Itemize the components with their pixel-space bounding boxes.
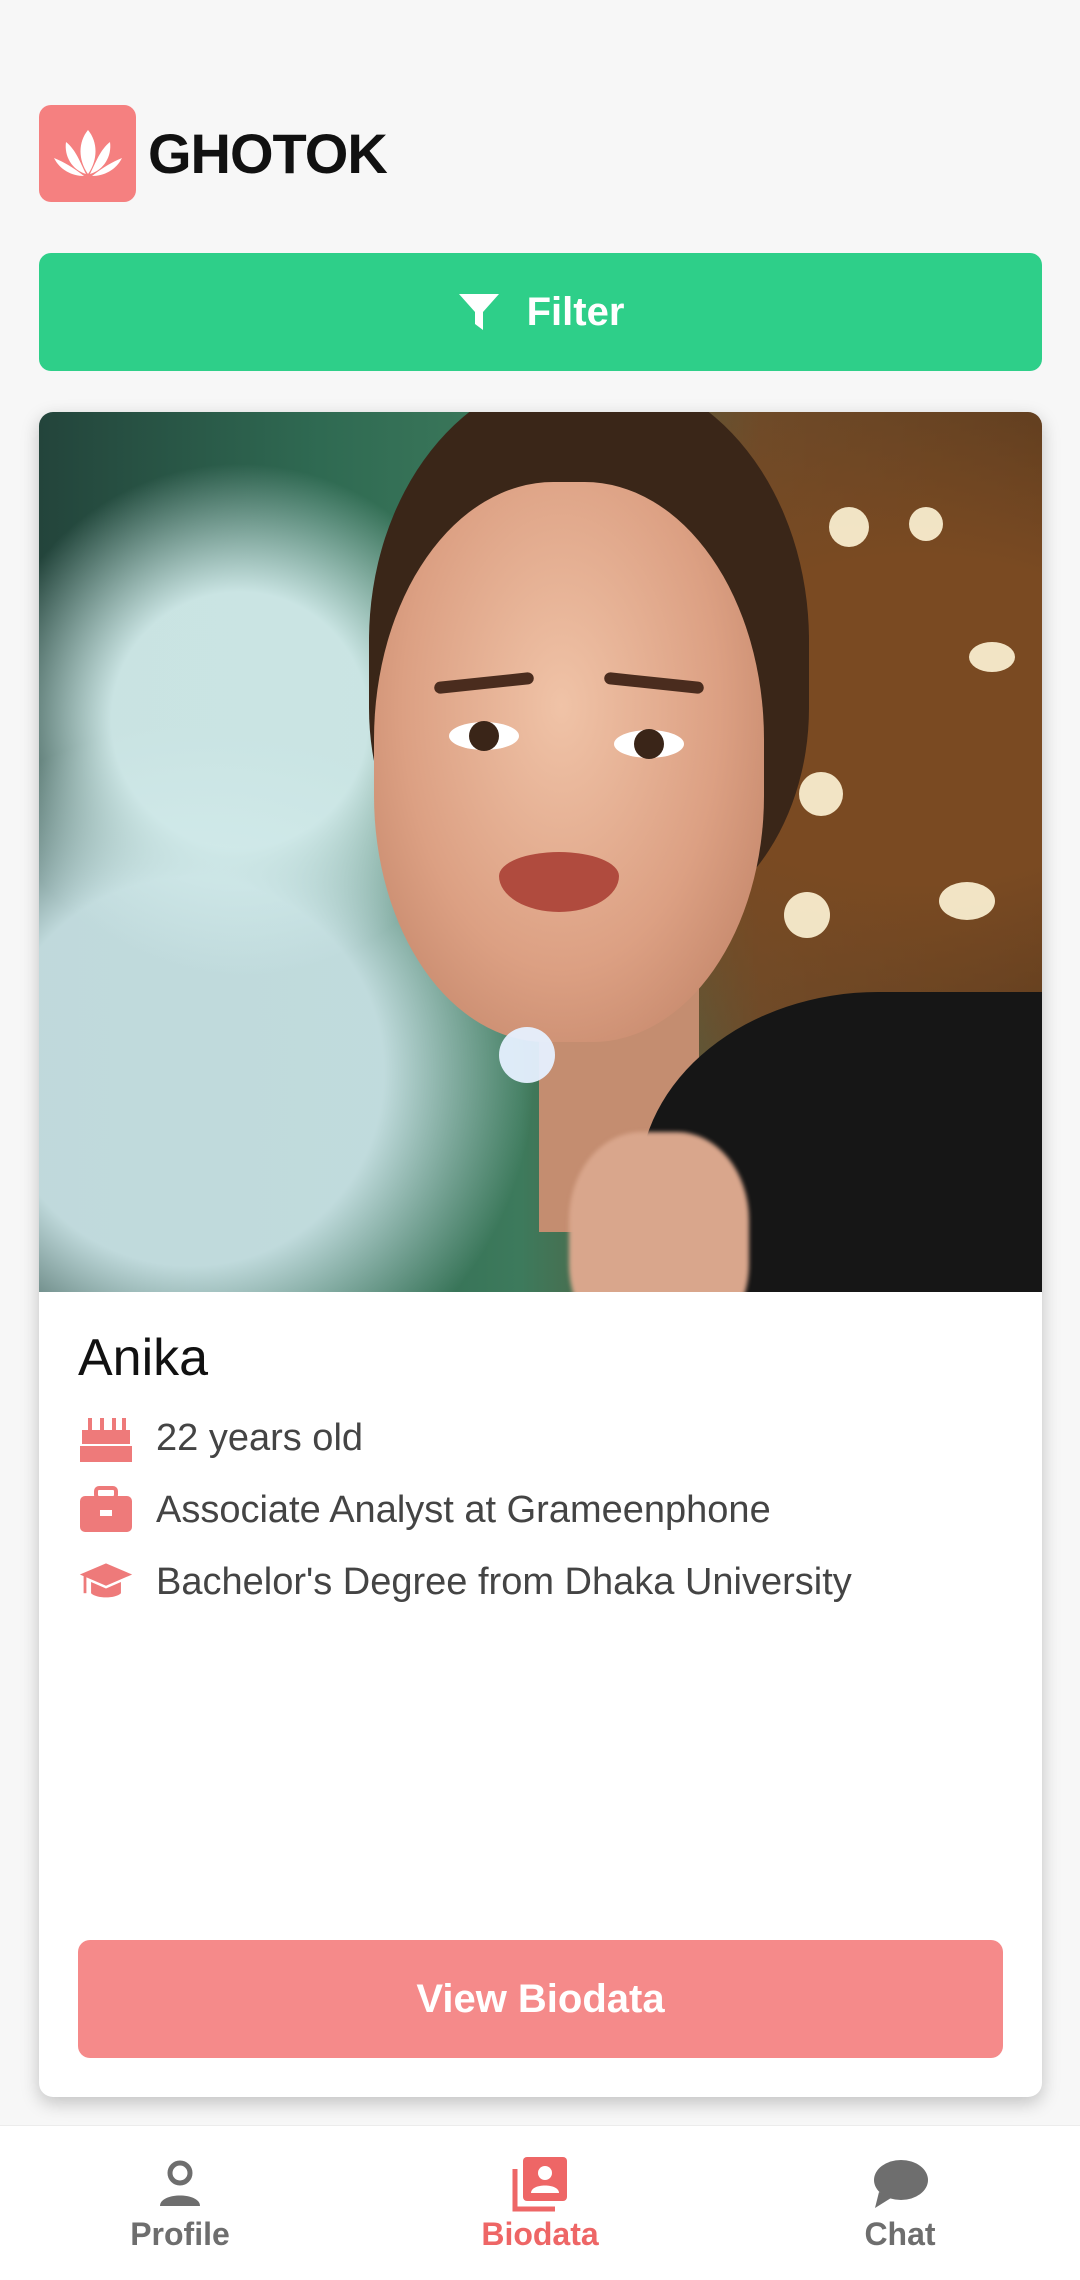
occupation-text: Associate Analyst at Grameenphone: [156, 1488, 771, 1531]
photo-brow: [433, 671, 535, 695]
briefcase-icon: [78, 1482, 134, 1538]
photo-lips: [499, 852, 619, 912]
biodata-icon: [510, 2154, 570, 2214]
bokeh-light: [784, 892, 830, 938]
nav-label-chat: Chat: [864, 2215, 936, 2252]
profile-photo[interactable]: [39, 412, 1042, 1292]
photo-eye: [449, 721, 519, 751]
profile-info: Anika 22 years old Associate Analyst at …: [39, 1292, 1042, 1618]
graduation-cap-icon: [78, 1554, 134, 1610]
bokeh-light: [799, 772, 843, 816]
profile-name: Anika: [78, 1329, 209, 1387]
brand-name: GHOTOK: [148, 122, 388, 185]
bokeh-light: [969, 642, 1015, 672]
nav-item-profile[interactable]: Profile: [60, 2154, 300, 2253]
photo-eye: [614, 729, 684, 759]
photo-brow: [603, 671, 705, 695]
chat-bubble-icon: [870, 2154, 930, 2214]
bokeh-light: [499, 1027, 555, 1083]
photo-iris: [634, 729, 664, 759]
profile-card: Anika 22 years old Associate Analyst at …: [39, 412, 1042, 2097]
nav-label-profile: Profile: [130, 2215, 230, 2252]
filter-button[interactable]: Filter: [39, 253, 1042, 371]
nav-item-chat[interactable]: Chat: [780, 2154, 1020, 2253]
cake-icon: [78, 1410, 134, 1466]
view-biodata-button[interactable]: View Biodata: [78, 1940, 1003, 2058]
app-header: GHOTOK: [39, 105, 388, 202]
detail-age: 22 years old: [78, 1402, 1003, 1474]
nav-label-biodata: Biodata: [481, 2215, 599, 2252]
filter-label: Filter: [526, 289, 625, 334]
funnel-icon: [457, 290, 501, 334]
photo-hand: [569, 1132, 749, 1292]
age-text: 22 years old: [156, 1416, 364, 1459]
bottom-nav: Profile Biodata Chat: [0, 2125, 1080, 2280]
photo-face: [374, 482, 764, 1042]
detail-education: Bachelor's Degree from Dhaka University: [78, 1546, 1003, 1618]
app-screen: GHOTOK Filter Anika 22 years old Associa…: [0, 0, 1080, 2280]
person-icon: [150, 2154, 210, 2214]
bokeh-light: [829, 507, 869, 547]
photo-iris: [469, 721, 499, 751]
nav-item-biodata[interactable]: Biodata: [420, 2154, 660, 2253]
detail-occupation: Associate Analyst at Grameenphone: [78, 1474, 1003, 1546]
education-text: Bachelor's Degree from Dhaka University: [156, 1560, 852, 1603]
bokeh-light: [939, 882, 995, 920]
lotus-icon: [39, 105, 136, 202]
bokeh-light: [909, 507, 943, 541]
